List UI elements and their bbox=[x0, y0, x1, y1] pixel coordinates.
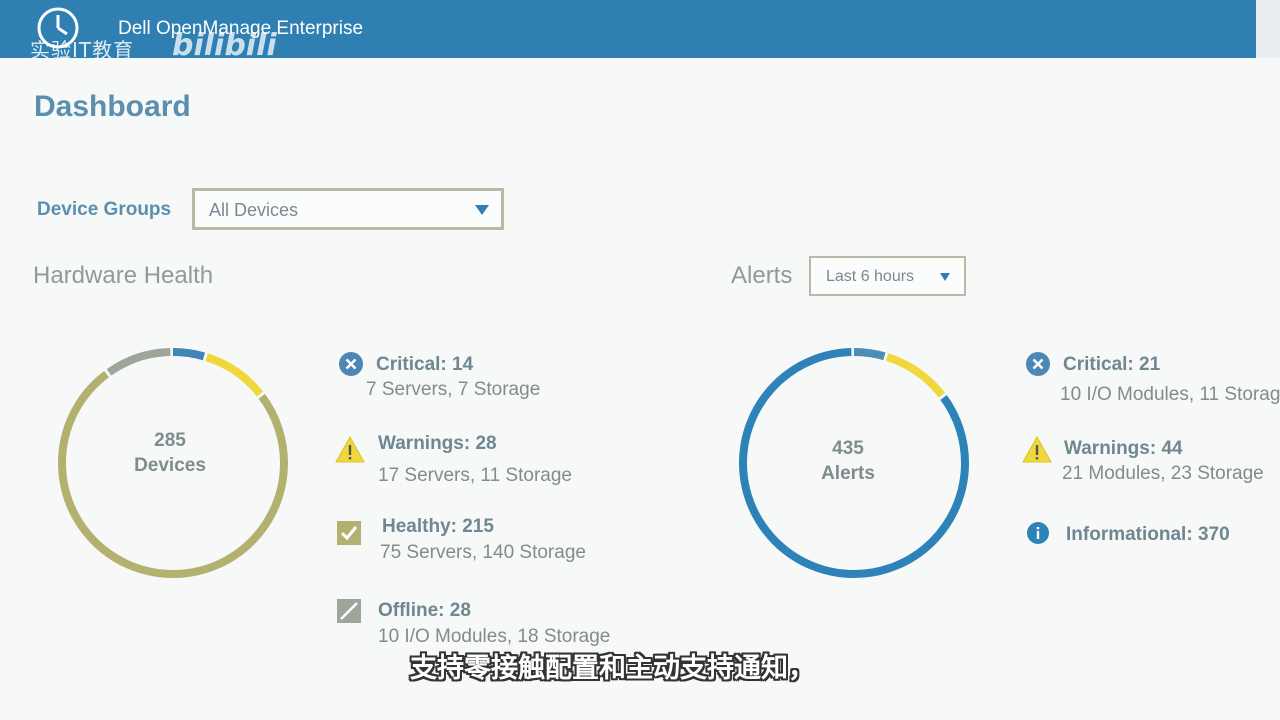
hardware-health-count-label: Devices bbox=[134, 455, 206, 476]
alerts-warnings-heading: Warnings: 44 bbox=[1064, 438, 1183, 459]
device-groups-select[interactable]: All Devices bbox=[192, 188, 504, 230]
page-title: Dashboard bbox=[34, 90, 191, 123]
critical-icon bbox=[339, 352, 363, 376]
offline-icon bbox=[337, 599, 361, 623]
alerts-period-value: Last 6 hours bbox=[826, 268, 915, 285]
device-groups-label: Device Groups bbox=[37, 199, 172, 220]
hh-healthy-detail: 75 Servers, 140 Storage bbox=[380, 542, 586, 563]
watermark-text: 实验IT教育 bbox=[30, 38, 135, 62]
warning-icon bbox=[335, 436, 365, 463]
app-header: Dell OpenManage Enterprise 实验IT教育 bilibi… bbox=[0, 0, 1256, 63]
warning-icon bbox=[1022, 436, 1052, 463]
alerts-critical-detail: 10 I/O Modules, 11 Storage bbox=[1060, 384, 1280, 405]
hh-offline-heading: Offline: 28 bbox=[378, 600, 471, 621]
hh-warnings-heading: Warnings: 28 bbox=[378, 433, 497, 454]
alerts-count: 435 bbox=[832, 438, 864, 459]
chevron-down-icon bbox=[940, 273, 950, 281]
hh-healthy-heading: Healthy: 215 bbox=[382, 516, 494, 537]
hh-offline-detail: 10 I/O Modules, 18 Storage bbox=[378, 626, 611, 647]
watermark-logo: bilibili bbox=[172, 28, 277, 63]
header-edge bbox=[1256, 0, 1280, 58]
chevron-down-icon bbox=[475, 205, 489, 215]
info-icon bbox=[1027, 522, 1049, 544]
hardware-health-total: 285 Devices bbox=[110, 428, 230, 478]
hardware-health-title: Hardware Health bbox=[33, 262, 214, 289]
hh-critical-detail: 7 Servers, 7 Storage bbox=[366, 379, 541, 400]
healthy-icon bbox=[337, 521, 361, 545]
alerts-informational-heading: Informational: 370 bbox=[1066, 524, 1230, 545]
hh-critical-heading: Critical: 14 bbox=[376, 354, 474, 375]
alerts-period-select[interactable]: Last 6 hours bbox=[809, 256, 966, 296]
alerts-title: Alerts bbox=[731, 262, 793, 289]
video-subtitle: 支持零接触配置和主动支持通知， bbox=[410, 653, 815, 684]
alerts-count-label: Alerts bbox=[821, 463, 875, 484]
hh-warnings-detail: 17 Servers, 11 Storage bbox=[378, 465, 572, 486]
alerts-warnings-detail: 21 Modules, 23 Storage bbox=[1062, 463, 1264, 484]
alerts-total: 435 Alerts bbox=[788, 436, 908, 486]
hardware-health-count: 285 bbox=[154, 430, 186, 451]
critical-icon bbox=[1026, 352, 1050, 376]
alerts-critical-heading: Critical: 21 bbox=[1063, 354, 1161, 375]
device-groups-value: All Devices bbox=[209, 200, 299, 220]
